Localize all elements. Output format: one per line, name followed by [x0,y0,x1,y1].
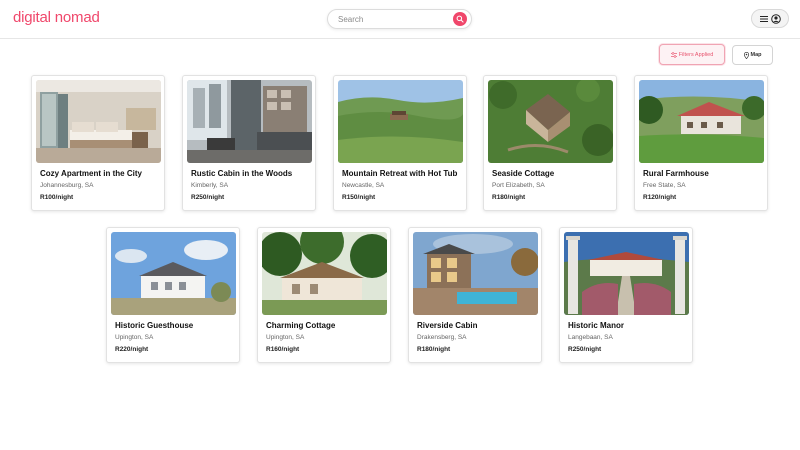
listing-photo[interactable] [413,232,538,315]
top-navbar: digital nomad [0,0,800,39]
listing-photo[interactable] [564,232,689,315]
listing-photo[interactable] [338,80,463,163]
listing-price: R160/night [266,346,300,353]
search-bar[interactable] [327,9,472,29]
listing-location: Newcastle, SA [342,182,385,189]
listing-title[interactable]: Riverside Cabin [417,321,477,330]
listing-photo[interactable] [36,80,161,163]
listing-card[interactable]: Seaside Cottage Port Elizabeth, SA R180/… [483,75,617,211]
filters-applied-button[interactable]: Filters Applied [659,44,725,65]
listing-title[interactable]: Rural Farmhouse [643,169,709,178]
listing-location: Drakensberg, SA [417,334,467,341]
listing-price: R120/night [643,194,677,201]
listing-card[interactable]: Historic Guesthouse Upington, SA R220/ni… [106,227,240,363]
listing-photo[interactable] [488,80,613,163]
map-button[interactable]: Map [732,45,773,65]
listing-photo[interactable] [187,80,312,163]
listing-price: R180/night [492,194,526,201]
listing-location: Langebaan, SA [568,334,613,341]
listing-price: R220/night [115,346,149,353]
map-label: Map [750,52,762,58]
listing-card[interactable]: Cozy Apartment in the City Johannesburg,… [31,75,165,211]
search-icon [456,15,464,23]
brand-logo[interactable]: digital nomad [13,9,100,26]
filter-sliders-icon [670,51,677,58]
listing-card[interactable]: Mountain Retreat with Hot Tub Newcastle,… [333,75,467,211]
listing-card[interactable]: Charming Cottage Upington, SA R160/night [257,227,391,363]
listing-location: Kimberly, SA [191,182,229,189]
listing-title[interactable]: Cozy Apartment in the City [40,169,142,178]
hamburger-icon [759,15,768,22]
search-input[interactable] [338,13,448,26]
search-button[interactable] [453,12,467,26]
listing-card[interactable]: Riverside Cabin Drakensberg, SA R180/nig… [408,227,542,363]
user-menu-button[interactable] [751,9,789,28]
listing-title[interactable]: Historic Manor [568,321,624,330]
filters-applied-label: Filters Applied [678,51,714,58]
listing-card[interactable]: Rural Farmhouse Free State, SA R120/nigh… [634,75,768,211]
user-avatar-icon [770,13,781,24]
listing-price: R250/night [568,346,602,353]
listing-location: Port Elizabeth, SA [492,182,545,189]
listing-title[interactable]: Mountain Retreat with Hot Tub [342,169,457,178]
listing-title[interactable]: Seaside Cottage [492,169,554,178]
listing-title[interactable]: Historic Guesthouse [115,321,193,330]
listing-price: R180/night [417,346,451,353]
listing-photo[interactable] [111,232,236,315]
listing-photo[interactable] [262,232,387,315]
listing-location: Upington, SA [115,334,154,341]
map-pin-icon [743,51,749,59]
listing-price: R150/night [342,194,376,201]
listing-card[interactable]: Historic Manor Langebaan, SA R250/night [559,227,693,363]
listing-location: Free State, SA [643,182,686,189]
listing-card[interactable]: Rustic Cabin in the Woods Kimberly, SA R… [182,75,316,211]
listing-title[interactable]: Rustic Cabin in the Woods [191,169,292,178]
listing-location: Johannesburg, SA [40,182,94,189]
listing-price: R100/night [40,194,74,201]
listing-title[interactable]: Charming Cottage [266,321,335,330]
listing-photo[interactable] [639,80,764,163]
listing-location: Upington, SA [266,334,305,341]
listing-price: R250/night [191,194,225,201]
